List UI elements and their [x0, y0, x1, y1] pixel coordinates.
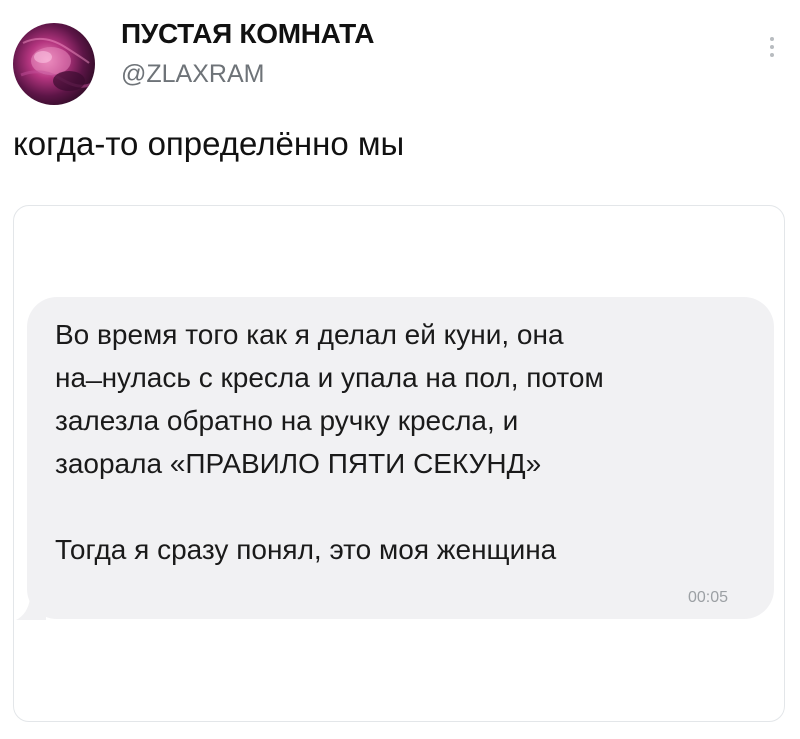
avatar-image	[20, 37, 94, 91]
message-line: залезла обратно на ручку кресла, и	[55, 405, 519, 436]
message-line: Во время того как я делал ей куни, она	[55, 319, 564, 350]
vertical-dots-icon-dot	[770, 45, 774, 49]
message-line: на ̶ нулась с кресла и упала на пол, пот…	[55, 362, 604, 393]
author-display-name[interactable]: ПУСТАЯ КОМНАТА	[121, 18, 374, 50]
vertical-dots-icon-dot	[770, 53, 774, 57]
message-line: заорала «ПРАВИЛО ПЯТИ СЕКУНД»	[55, 448, 542, 479]
vertical-dots-icon	[770, 37, 774, 41]
message-text: Во время того как я делал ей куни, она н…	[55, 313, 755, 571]
avatar[interactable]	[13, 23, 95, 105]
more-options-button[interactable]	[760, 33, 784, 67]
tweet-text: когда-то определённо мы	[13, 125, 405, 162]
author-handle[interactable]: @ZLAXRAM	[121, 60, 264, 89]
message-timestamp: 00:05	[688, 589, 729, 606]
message-line: Тогда я сразу понял, это моя женщина	[55, 534, 557, 565]
message-spacer	[55, 485, 755, 528]
